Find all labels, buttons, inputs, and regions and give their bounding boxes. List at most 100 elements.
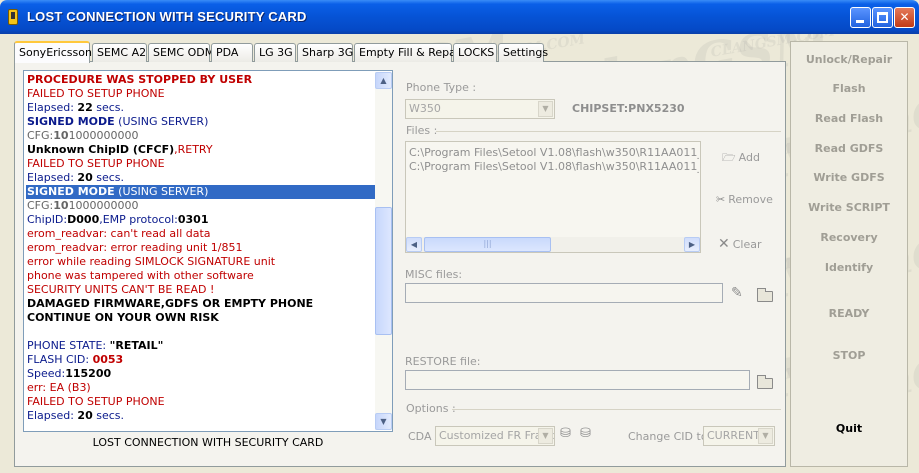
tab-lg-3g[interactable]: LG 3G [254,43,296,62]
log-line: CONTINUE ON YOUR OWN RISK [26,311,376,325]
log-text: 20 [77,409,93,422]
identify-button[interactable]: Identify [790,261,908,274]
log-line: Elapsed: 20 secs. [26,171,376,185]
files-group-line [436,131,781,132]
phone-type-select[interactable]: W350 ▼ [405,99,555,119]
file-item[interactable]: C:\Program Files\Setool V1.08\flash\w350… [409,146,699,159]
write-gdfs-button[interactable]: Write GDFS [790,171,908,184]
log-line: erom_readvar: error reading unit 1/851 [26,241,376,255]
log-text: 10 [53,199,69,212]
tab-locks[interactable]: LOCKS [453,43,497,62]
recovery-button[interactable]: Recovery [790,231,908,244]
app-icon [8,9,18,25]
scroll-thumb[interactable] [375,206,392,335]
log-text: D000 [67,213,100,226]
tab-empty-fill-repair[interactable]: Empty Fill & Repair [354,43,463,62]
file-item[interactable]: C:\Program Files\Setool V1.08\flash\w350… [409,160,699,173]
log-text: Elapsed: [27,409,78,422]
cda-select[interactable]: Customized FR Franc ▼ [435,426,555,446]
restore-file-input[interactable] [405,370,750,390]
maximize-button[interactable] [872,7,893,28]
log-text: phone was tampered with other software [27,269,254,282]
log-text: 10 [53,129,69,142]
options-label: Options : [406,402,456,415]
scroll-left-button[interactable]: ◀ [406,237,422,252]
cda-load-icon[interactable]: ⛁ [560,426,571,441]
files-hscrollbar[interactable]: ◀ ||| ▶ [406,237,700,252]
log-text: ,EMP protocol: [99,213,178,226]
scroll-down-button[interactable]: ▼ [375,413,392,430]
arrow-up-icon: ▲ [380,76,387,85]
log-panel: PROCEDURE WAS STOPPED BY USER FAILED TO S… [23,70,393,432]
log-text: SIGNED MODE [27,185,115,198]
hscroll-thumb[interactable]: ||| [424,237,551,252]
unlock-repair-button[interactable]: Unlock/Repair [790,53,908,66]
log-text: CONTINUE ON YOUR OWN RISK [27,311,219,324]
log-scrollbar[interactable]: ▲ ▼ [375,72,392,430]
log-line: PHONE STATE: "RETAIL" [26,339,376,353]
log-line: Speed:115200 [26,367,376,381]
log-line: SIGNED MODE (USING SERVER) [26,115,376,129]
scroll-up-button[interactable]: ▲ [375,72,392,89]
status-ready: READY [828,307,870,320]
clear-label: Clear [732,238,762,251]
close-button[interactable]: ✕ [894,7,915,28]
scroll-right-button[interactable]: ▶ [684,237,700,252]
minimize-button[interactable] [850,7,871,28]
flash-button[interactable]: Flash [790,82,908,95]
log-line: Unknown ChipID (CFCF),RETRY [26,143,376,157]
remove-button[interactable]: ✂ Remove [716,193,773,206]
pencil-icon[interactable]: ✎ [731,285,743,301]
folder-icon[interactable] [757,288,773,302]
write-script-button[interactable]: Write SCRIPT [790,201,908,214]
tab-pda[interactable]: PDA [211,43,253,62]
tab-sharp-3g[interactable]: Sharp 3G [297,43,353,62]
read-flash-button[interactable]: Read Flash [790,112,908,125]
restore-file-label: RESTORE file: [405,355,481,368]
clear-button[interactable]: ✕ Clear [718,236,762,252]
log-text: FLASH CID: [27,353,93,366]
log-text: Elapsed: [27,171,78,184]
window-title: LOST CONNECTION WITH SECURITY CARD [27,9,307,24]
log-text: FAILED TO SETUP PHONE [27,157,165,170]
log-line: FAILED TO SETUP PHONE [26,157,376,171]
tab-settings[interactable]: Settings [498,43,548,62]
log-text: "RETAIL" [109,339,164,352]
minimize-icon [856,20,864,23]
quit-button[interactable]: Quit [790,422,908,435]
log-text: SECURITY UNITS CAN'T BE READ ! [27,283,215,296]
log-line: CFG:101000000000 [26,199,376,213]
misc-files-input[interactable] [405,283,723,303]
add-button[interactable]: 🗁 Add [722,149,760,168]
misc-files-label: MISC files: [405,268,463,281]
log-line: PROCEDURE WAS STOPPED BY USER [26,73,376,87]
log-text: (USING SERVER) [114,115,209,128]
phone-type-label: Phone Type : [406,81,477,94]
log-text: err: EA (B3) [27,381,91,394]
tab-sonyericsson[interactable]: SonyEricsson [14,41,92,63]
tab-semc-odm[interactable]: SEMC ODM [148,43,214,62]
read-gdfs-button[interactable]: Read GDFS [790,142,908,155]
stop-button[interactable]: STOP [790,349,908,362]
log-text: 0301 [177,213,209,226]
log-text: secs. [92,409,125,422]
log-line: FAILED TO SETUP PHONE [26,395,376,409]
chipset-label: CHIPSET:PNX5230 [572,102,685,115]
cda-label: CDA [408,430,432,443]
cda-save-icon[interactable]: ⛁ [580,426,591,441]
log-text: SIGNED MODE [27,115,115,128]
add-label: Add [738,151,760,164]
log-text: 22 [77,101,93,114]
log-line: DAMAGED FIRMWARE,GDFS OR EMPTY PHONE [26,297,376,311]
log-line: SECURITY UNITS CAN'T BE READ ! [26,283,376,297]
log-text: 1000000000 [68,129,139,142]
log-text: error while reading SIMLOCK SIGNATURE un… [27,255,276,268]
tab-semc-a2[interactable]: SEMC A2 [92,43,147,62]
log-text: FAILED TO SETUP PHONE [27,87,165,100]
log-text: erom_readvar: error reading unit 1/851 [27,241,243,254]
options-group-line [452,409,781,410]
log-line: FAILED TO SETUP PHONE [26,87,376,101]
folder-icon[interactable] [757,375,773,389]
change-cid-select[interactable]: CURRENT ▼ [703,426,775,446]
